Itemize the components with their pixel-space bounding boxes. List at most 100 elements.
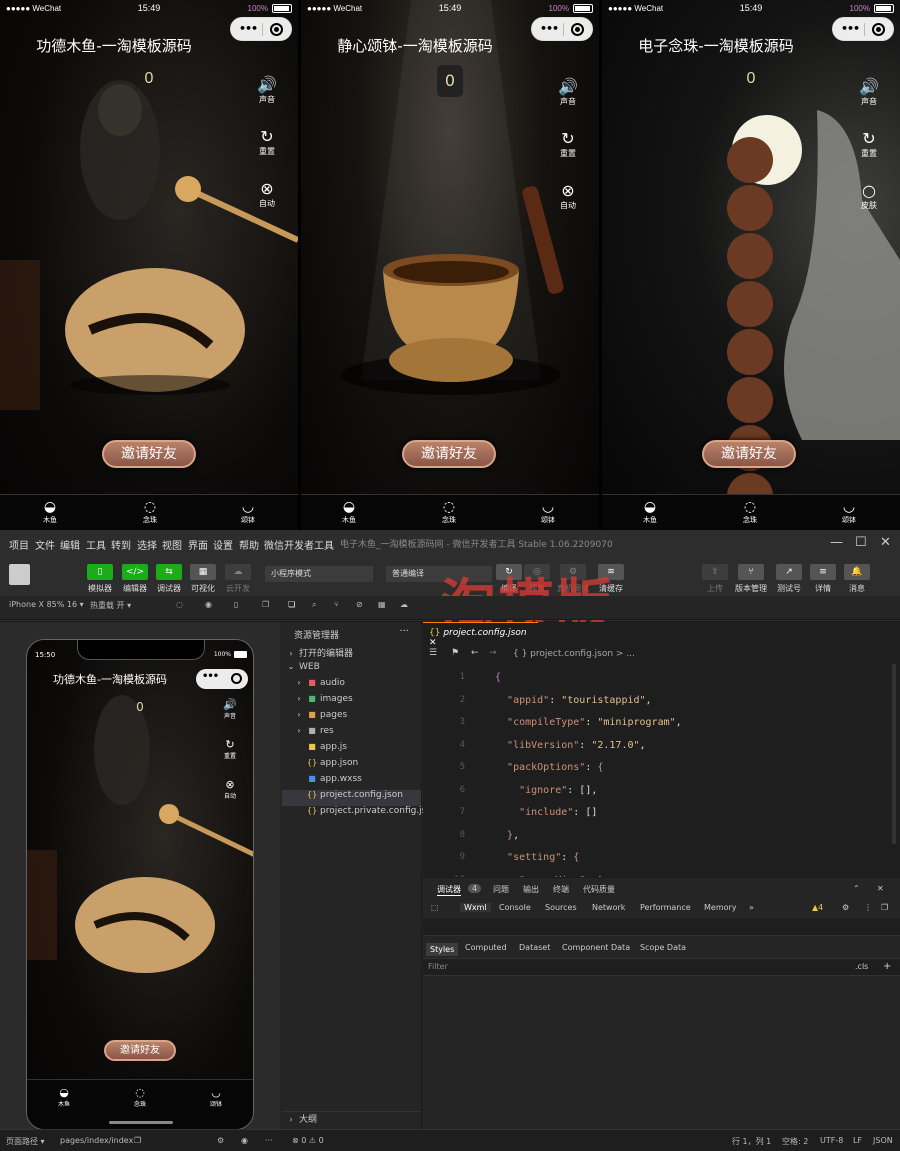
window-icon[interactable]: ❐ [262, 600, 269, 609]
reset-button[interactable]: ↻ 重置 [852, 130, 886, 159]
forward-icon[interactable]: → [489, 648, 497, 658]
code-line[interactable]: "appid": "touristappid", [495, 695, 652, 706]
editor-tab[interactable]: {} project.config.json ✕ [423, 622, 538, 648]
menu-settings[interactable]: 设置 [213, 537, 233, 552]
tree-item-selected[interactable]: {} project.config.json [282, 790, 421, 806]
outline-section[interactable]: › 大纲 [282, 1111, 421, 1127]
tab-debugger[interactable]: 调试器 [437, 884, 461, 896]
back-icon[interactable]: ← [471, 648, 479, 658]
more-icon[interactable]: ••• [202, 671, 219, 682]
tab-muyu[interactable]: ◒ 木鱼 [30, 499, 70, 525]
skin-button[interactable]: ○ 皮肤 [852, 182, 886, 211]
code-line[interactable]: "compileType": "miniprogram", [495, 717, 682, 728]
code-line[interactable]: "packOptions": { [495, 762, 603, 773]
device-select[interactable]: iPhone X 85% 16 ▾ [9, 600, 84, 609]
upload-button[interactable]: ⇧ 上传 [697, 564, 733, 594]
close-icon[interactable]: ✕ [880, 535, 891, 550]
phone-icon[interactable]: ▯ [234, 600, 238, 609]
visual-button[interactable]: ▦ 可视化 [185, 564, 221, 594]
tree-item[interactable]: ■ app.js [282, 742, 421, 758]
sound-button[interactable]: 🔊 声音 [217, 698, 243, 720]
code-line[interactable]: "include": [] [495, 807, 597, 818]
tab-beads[interactable]: ◌ 念珠 [125, 1086, 155, 1108]
version-button[interactable]: ⑂ 版本管理 [733, 564, 769, 594]
tab-beads[interactable]: ◌ 念珠 [730, 499, 770, 525]
tab-beads[interactable]: ◌ 念珠 [429, 499, 469, 525]
minimize-icon[interactable]: — [830, 535, 843, 550]
auto-button[interactable]: ⊗ 自动 [217, 778, 243, 800]
invite-button[interactable]: 邀请好友 [104, 1040, 176, 1061]
capsule-menu[interactable]: ••• [832, 17, 894, 41]
capsule-menu[interactable]: ••• [531, 17, 593, 41]
tree-item[interactable]: › ■ audio [282, 678, 421, 694]
tab-computed[interactable]: Computed [465, 943, 507, 952]
panel-performance[interactable]: Performance [640, 903, 691, 912]
tab-output[interactable]: 输出 [523, 884, 539, 895]
cloud-sync-icon[interactable]: ☁ [400, 600, 408, 609]
tab-code-quality[interactable]: 代码质量 [583, 884, 615, 895]
close-icon[interactable]: ✕ [877, 884, 884, 893]
remote-debug-button[interactable]: ⚙ 真机调试 [555, 564, 591, 594]
list-icon[interactable]: ☰ [429, 648, 437, 658]
language-mode[interactable]: JSON [873, 1136, 893, 1145]
invite-button[interactable]: 邀请好友 [102, 440, 196, 468]
cloud-button[interactable]: ☁ 云开发 [220, 564, 256, 594]
encoding[interactable]: UTF-8 [820, 1136, 843, 1145]
sound-button[interactable]: 🔊 声音 [250, 76, 284, 105]
wxml-tree[interactable] [423, 918, 900, 936]
inspect-icon[interactable]: ⬚ [431, 903, 439, 912]
clear-cache-button[interactable]: ≋ 清缓存 [593, 564, 629, 594]
menu-tools[interactable]: 工具 [86, 537, 106, 552]
tab-muyu[interactable]: ◒ 木鱼 [49, 1086, 79, 1108]
copy-icon[interactable]: ❐ [134, 1136, 141, 1145]
close-target-icon[interactable] [270, 23, 283, 36]
tree-item[interactable]: {} app.json [282, 758, 421, 774]
menu-edit[interactable]: 编辑 [60, 537, 80, 552]
open-editors-section[interactable]: › 打开的编辑器 [282, 646, 421, 662]
kebab-icon[interactable]: ⋮ [864, 903, 872, 912]
bookmark-icon[interactable]: ⚑ [451, 648, 459, 658]
add-rule-icon[interactable]: + [883, 961, 891, 972]
tab-bowl[interactable]: ◡ 颂钵 [528, 499, 568, 525]
chevron-up-icon[interactable]: ⌃ [853, 884, 860, 893]
indent-setting[interactable]: 空格: 2 [782, 1136, 808, 1147]
avatar[interactable] [9, 564, 30, 585]
menu-interface[interactable]: 界面 [188, 537, 208, 552]
panel-wxml[interactable]: Wxml [460, 903, 491, 912]
menu-file[interactable]: 文件 [35, 537, 55, 552]
warning-count[interactable]: ▲4 [812, 903, 823, 912]
capsule-menu[interactable]: ••• [196, 669, 248, 689]
reset-button[interactable]: ↻ 重置 [551, 130, 585, 159]
problems-indicator[interactable]: ⊗ 0 ⚠ 0 [292, 1136, 324, 1145]
code-line[interactable]: "setting": { [495, 852, 579, 863]
compile-select[interactable]: 普通编译 [386, 566, 492, 582]
tree-item[interactable]: ■ app.wxss [282, 774, 421, 790]
menu-select[interactable]: 选择 [137, 537, 157, 552]
maximize-icon[interactable]: ☐ [855, 535, 867, 550]
tree-item[interactable]: › ■ pages [282, 710, 421, 726]
tab-bowl[interactable]: ◡ 颂钵 [829, 499, 869, 525]
more-icon[interactable]: ••• [841, 22, 860, 35]
debug-icon[interactable]: ⊘ [356, 600, 363, 609]
more-icon[interactable]: ··· [399, 626, 409, 637]
close-target-icon[interactable] [872, 23, 885, 36]
test-account-button[interactable]: ↗ 测试号 [771, 564, 807, 594]
capsule-menu[interactable]: ••• [230, 17, 292, 41]
source-control-icon[interactable]: ⑂ [334, 600, 339, 609]
extensions-icon[interactable]: ▦ [378, 600, 386, 609]
close-target-icon[interactable] [571, 23, 584, 36]
rotate-icon[interactable]: ◌ [176, 600, 183, 609]
tab-bowl[interactable]: ◡ 颂钵 [228, 499, 268, 525]
tree-item[interactable]: › ■ images [282, 694, 421, 710]
sound-button[interactable]: 🔊 声音 [551, 78, 585, 107]
code-line[interactable]: "ignore": [], [495, 785, 597, 796]
search-icon[interactable]: ⌕ [312, 600, 316, 610]
tree-item[interactable]: {} project.private.config.js... [282, 806, 435, 822]
reset-button[interactable]: ↻ 重置 [250, 128, 284, 157]
panel-memory[interactable]: Memory [704, 903, 737, 912]
menu-project[interactable]: 项目 [9, 537, 29, 552]
editor-button[interactable]: </> 编辑器 [117, 564, 153, 594]
reset-button[interactable]: ↻ 重置 [217, 738, 243, 760]
code-line[interactable]: }, [495, 830, 519, 841]
tab-muyu[interactable]: ◒ 木鱼 [630, 499, 670, 525]
